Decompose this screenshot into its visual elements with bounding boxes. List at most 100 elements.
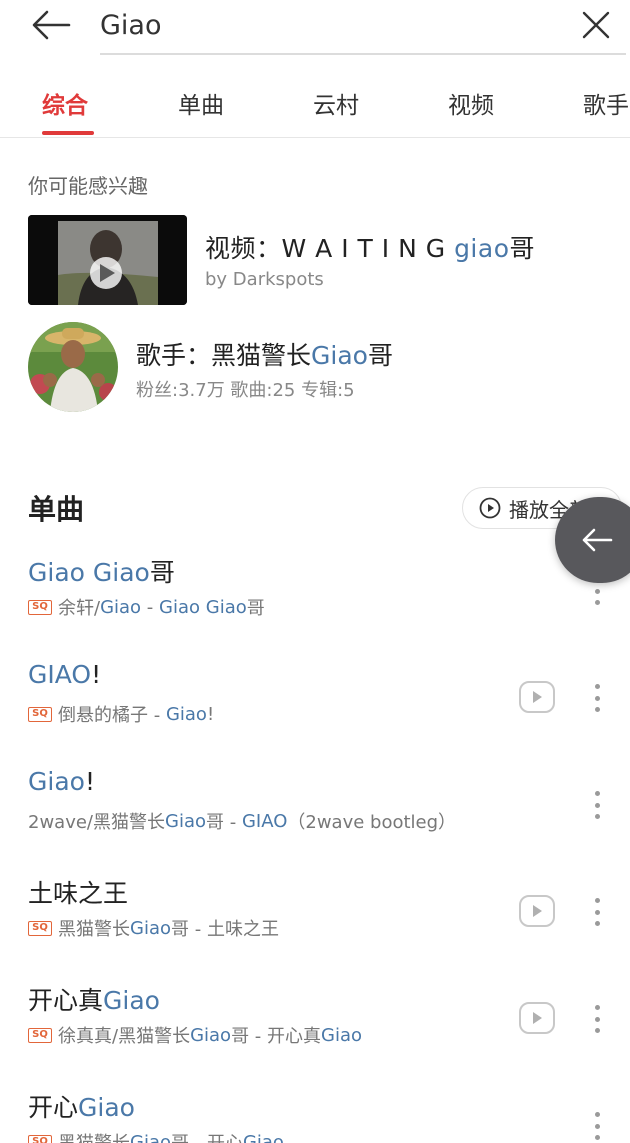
video-thumbnail	[28, 215, 187, 305]
more-dot-icon	[594, 921, 600, 926]
song-title: Giao Giao哥	[28, 553, 175, 589]
more-dot-icon	[594, 791, 600, 796]
search-underline	[100, 53, 626, 55]
more-dot-icon	[594, 1123, 600, 1129]
song-item[interactable]: Giao Giao哥 SQ 余轩/Giao - Giao Giao 哥	[0, 545, 630, 650]
more-dot-icon	[594, 684, 600, 689]
song-title: GIAO!	[28, 660, 101, 689]
song-item[interactable]: 开心GiaoSQ黑猫警长Giao哥 - 开心Giao	[0, 1080, 630, 1143]
song-title-segment: !	[91, 660, 102, 689]
song-sub-segment: 哥 - 开心	[171, 1129, 243, 1143]
more-options-button[interactable]	[586, 678, 608, 718]
play-video-button[interactable]	[519, 681, 555, 713]
tab-comprehensive[interactable]: 综合	[42, 86, 88, 120]
song-sub-segment: 2wave/黑猫警长	[28, 812, 165, 833]
song-sub-segment: 黑猫警长	[58, 919, 130, 940]
sq-quality-badge: SQ	[28, 920, 52, 936]
song-artist-album: SQ 黑猫警长 Giao 哥 - 土味之王	[28, 915, 279, 941]
play-icon	[533, 905, 542, 917]
song-sub-segment: 哥	[246, 598, 265, 619]
search-input[interactable]: Giao	[100, 2, 526, 48]
more-dot-icon	[594, 1112, 600, 1117]
song-sub-segment: Giao	[130, 1131, 171, 1143]
song-title-segment: Giao	[103, 986, 160, 1015]
song-title-segment: Giao	[78, 1093, 135, 1122]
song-artist-album: SQ黑猫警长Giao哥 - 开心Giao	[28, 1129, 284, 1143]
more-dot-icon	[594, 1005, 600, 1010]
song-item[interactable]: GIAO! SQ 倒悬的橘子 - Giao!	[0, 652, 630, 757]
video-thumbnail-image	[28, 215, 187, 305]
song-title-segment: Giao	[28, 767, 85, 796]
video-title-highlight: giao	[454, 234, 510, 263]
song-item[interactable]: 土味之王 SQ 黑猫警长 Giao 哥 - 土味之王	[0, 866, 630, 971]
song-title: 开心真Giao	[28, 981, 160, 1017]
artist-name-text: 黑猫警长	[211, 341, 312, 370]
song-sub-segment: Giao	[165, 810, 206, 832]
song-title-segment: 开心真	[28, 986, 104, 1015]
more-dot-icon	[594, 814, 600, 819]
suggested-artist[interactable]: 歌手：黑猫警长Giao哥 粉丝:3.7万 歌曲:25 专辑:5	[28, 322, 608, 414]
sq-quality-badge: SQ	[28, 706, 52, 722]
video-author: by Darkspots	[205, 269, 324, 290]
song-item[interactable]: 开心真Giao SQ 徐真真/黑猫警长 Giao 哥 - 开心真 Giao	[0, 973, 630, 1078]
song-sub-segment: 余轩/	[58, 598, 101, 619]
suggested-video[interactable]: 视频：W A I T I N G giao哥 by Darkspots	[28, 215, 608, 307]
play-icon	[533, 691, 542, 703]
song-title-segment: Giao Giao	[28, 558, 150, 587]
more-options-button[interactable]	[586, 1106, 608, 1143]
song-sub-segment: （2wave bootleg）	[287, 812, 457, 833]
artist-name: 歌手：黑猫警长Giao哥	[136, 336, 393, 372]
artist-avatar	[28, 322, 118, 412]
video-title-text: W A I T I N G	[281, 234, 455, 263]
song-title: 土味之王	[28, 874, 128, 910]
tab-artists[interactable]: 歌手	[583, 86, 629, 120]
song-sub-segment: 黑猫警长	[58, 1129, 130, 1143]
tab-songs[interactable]: 单曲	[178, 86, 224, 120]
video-title-prefix: 视频：	[205, 234, 282, 263]
more-dot-icon	[594, 588, 600, 594]
song-artist-album: SQ 徐真真/黑猫警长 Giao 哥 - 开心真 Giao	[28, 1022, 362, 1048]
more-dot-icon	[594, 898, 600, 903]
tab-videos[interactable]: 视频	[448, 86, 494, 120]
video-title-suffix: 哥	[509, 234, 536, 263]
more-dot-icon	[594, 707, 600, 712]
song-title: 开心Giao	[28, 1088, 135, 1124]
song-title-segment: GIAO	[28, 660, 92, 689]
back-button[interactable]	[28, 4, 74, 46]
close-icon	[582, 11, 610, 39]
song-item[interactable]: Giao! 2wave/黑猫警长 Giao 哥 - GIAO （2wave bootle…	[0, 759, 630, 864]
song-sub-segment: 哥 - 开心真	[231, 1026, 322, 1047]
clear-search-button[interactable]	[574, 4, 618, 46]
play-video-button[interactable]	[519, 1002, 555, 1034]
more-options-button[interactable]	[586, 999, 608, 1039]
more-dot-icon	[594, 909, 600, 915]
sq-quality-badge: SQ	[28, 1027, 52, 1043]
tab-community[interactable]: 云村	[313, 86, 359, 120]
play-video-button[interactable]	[519, 895, 555, 927]
artist-name-highlight: Giao	[311, 341, 368, 370]
artist-stats: 粉丝:3.7万 歌曲:25 专辑:5	[136, 380, 355, 401]
arrow-left-icon	[582, 528, 613, 552]
more-dot-icon	[594, 1135, 600, 1140]
song-artist-album: SQ 余轩/Giao - Giao Giao 哥	[28, 594, 265, 620]
more-dot-icon	[594, 1028, 600, 1033]
sq-quality-badge: SQ	[28, 1134, 52, 1143]
play-circle-icon	[479, 497, 501, 519]
song-sub-segment: GIAO	[241, 810, 288, 832]
more-dot-icon	[594, 695, 600, 701]
video-title: 视频：W A I T I N G giao哥	[205, 229, 535, 265]
more-options-button[interactable]	[586, 892, 608, 932]
artist-name-suffix: 哥	[367, 341, 393, 370]
more-dot-icon	[594, 600, 600, 605]
song-sub-segment: Giao	[321, 1024, 363, 1046]
song-title-segment: 哥	[149, 558, 175, 587]
suggestions-heading: 你可能感兴趣	[28, 174, 148, 198]
song-title-segment: !	[84, 767, 95, 796]
active-tab-indicator	[42, 131, 94, 135]
song-sub-segment: -	[141, 596, 160, 618]
more-options-button[interactable]	[586, 785, 608, 825]
play-icon	[533, 1012, 542, 1024]
song-sub-segment: Giao	[100, 596, 142, 618]
song-artist-album: SQ 倒悬的橘子 - Giao!	[28, 701, 214, 727]
song-sub-segment: Giao	[165, 703, 207, 725]
